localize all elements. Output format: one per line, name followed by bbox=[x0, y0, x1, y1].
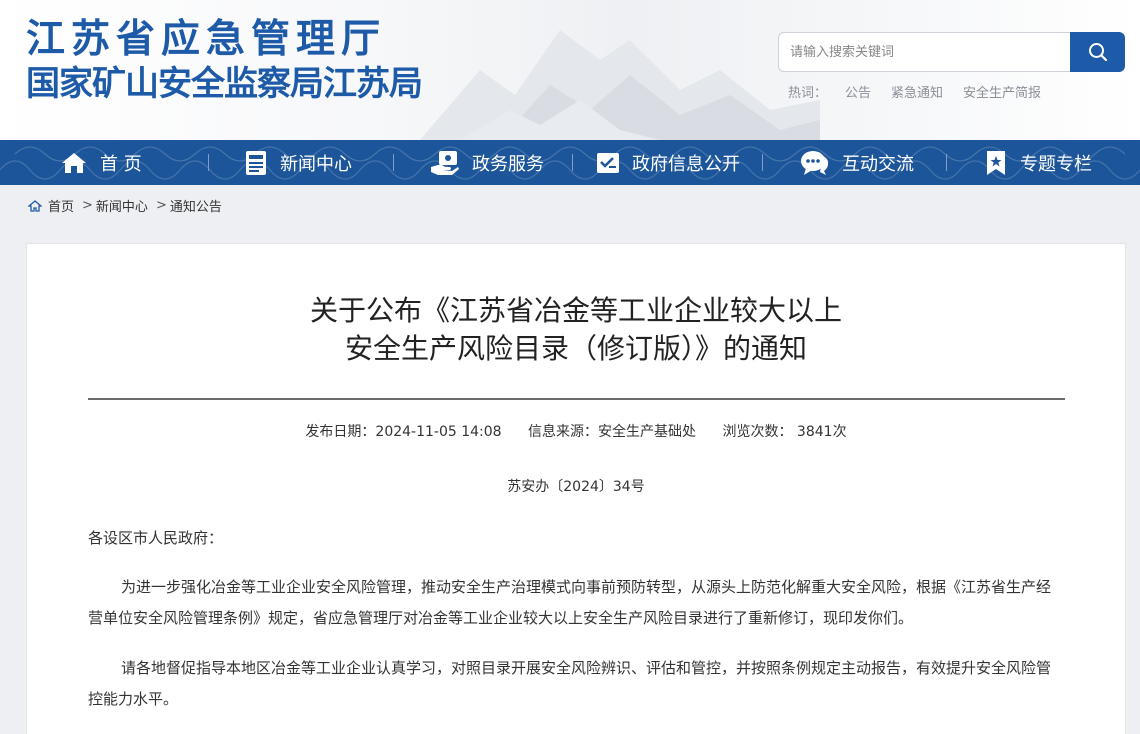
info-open-icon bbox=[597, 152, 619, 173]
breadcrumb-news-center[interactable]: 新闻中心 bbox=[96, 196, 148, 215]
hot-word-link[interactable]: 紧急通知 bbox=[891, 82, 943, 101]
nav-item-news[interactable]: 新闻中心 bbox=[244, 140, 352, 185]
search-button[interactable] bbox=[1070, 32, 1125, 72]
nav-divider bbox=[762, 154, 763, 171]
breadcrumb: 首页 > 新闻中心 > 通知公告 bbox=[28, 196, 222, 215]
paragraph-text: 为进一步强化冶金等工业企业安全风险管理，推动安全生产治理模式向事前预防转型，从源… bbox=[88, 578, 1052, 627]
article-title-line1: 关于公布《江苏省冶金等工业企业较大以上 bbox=[309, 294, 842, 327]
breadcrumb-separator: > bbox=[82, 198, 93, 213]
article-title-line2: 安全生产风险目录（修订版）》的通知 bbox=[344, 332, 807, 365]
document-number: 苏安办〔2024〕34号 bbox=[507, 479, 645, 495]
home-icon bbox=[62, 152, 86, 173]
nav-item-label: 首 页 bbox=[100, 153, 142, 175]
news-icon bbox=[246, 150, 266, 175]
nav-divider bbox=[208, 154, 209, 171]
nav-item-label: 专题专栏 bbox=[1020, 153, 1092, 175]
breadcrumb-notices[interactable]: 通知公告 bbox=[170, 196, 222, 215]
nav-item-label: 政府信息公开 bbox=[632, 153, 740, 175]
nav-divider bbox=[393, 154, 394, 171]
paragraph-text: 请各地督促指导本地区冶金等工业企业认真学习，对照目录开展安全风险辨识、评估和管控… bbox=[88, 659, 1052, 708]
article-title: 关于公布《江苏省冶金等工业企业较大以上 安全生产风险目录（修订版）》的通知 bbox=[0, 292, 1140, 368]
cloud-pattern-decoration bbox=[0, 146, 1140, 180]
nav-item-interaction[interactable]: 互动交流 bbox=[800, 140, 914, 185]
nav-item-label: 互动交流 bbox=[842, 153, 914, 175]
nav-item-services[interactable]: 政务服务 bbox=[430, 140, 544, 185]
site-header: 江苏省应急管理厅 国家矿山安全监察局江苏局 热词： 公告 紧急通知 安全生产简报 bbox=[0, 0, 1140, 140]
hot-words: 热词： 公告 紧急通知 安全生产简报 bbox=[788, 82, 1061, 101]
search-box bbox=[778, 32, 1125, 72]
search-input[interactable] bbox=[778, 32, 1071, 72]
nav-item-info-disclosure[interactable]: 政府信息公开 bbox=[596, 140, 740, 185]
service-icon bbox=[431, 150, 459, 175]
bookmark-icon bbox=[987, 150, 1005, 175]
logo-title-line2[interactable]: 国家矿山安全监察局江苏局 bbox=[26, 56, 423, 105]
home-icon bbox=[28, 199, 42, 212]
breadcrumb-separator: > bbox=[155, 198, 167, 213]
nav-divider bbox=[946, 154, 947, 171]
nav-item-home[interactable]: 首 页 bbox=[60, 140, 142, 185]
article-body-paragraph-2: 请各地督促指导本地区冶金等工业企业认真学习，对照目录开展安全风险辨识、评估和管控… bbox=[88, 653, 1065, 715]
search-icon bbox=[1088, 43, 1107, 62]
view-count: 浏览次数： 3841次 bbox=[722, 424, 847, 440]
nav-divider bbox=[572, 154, 573, 171]
main-nav: 首 页 新闻中心 政务服务 政府信息公开 互动交流 专题专栏 bbox=[0, 140, 1140, 185]
breadcrumb-home[interactable]: 首页 bbox=[48, 196, 74, 215]
salutation: 各设区市人民政府： bbox=[88, 529, 224, 547]
article-body-paragraph-1: 为进一步强化冶金等工业企业安全风险管理，推动安全生产治理模式向事前预防转型，从源… bbox=[88, 572, 1065, 634]
page: 江苏省应急管理厅 国家矿山安全监察局江苏局 热词： 公告 紧急通知 安全生产简报 bbox=[0, 0, 1140, 734]
hot-word-link[interactable]: 公告 bbox=[845, 82, 871, 101]
nav-item-label: 新闻中心 bbox=[280, 153, 352, 175]
article-meta: 发布日期：2024-11-05 14:08 信息来源：安全生产基础处 浏览次数：… bbox=[0, 421, 1140, 441]
publish-date: 发布日期：2024-11-05 14:08 bbox=[305, 424, 502, 440]
info-source: 信息来源：安全生产基础处 bbox=[528, 424, 697, 440]
title-divider bbox=[88, 398, 1065, 400]
hot-words-label: 热词： bbox=[788, 86, 828, 101]
nav-item-label: 政务服务 bbox=[472, 153, 544, 175]
hot-word-link[interactable]: 安全生产简报 bbox=[963, 82, 1041, 101]
nav-item-special-topics[interactable]: 专题专栏 bbox=[984, 140, 1092, 185]
chat-icon bbox=[801, 150, 829, 175]
